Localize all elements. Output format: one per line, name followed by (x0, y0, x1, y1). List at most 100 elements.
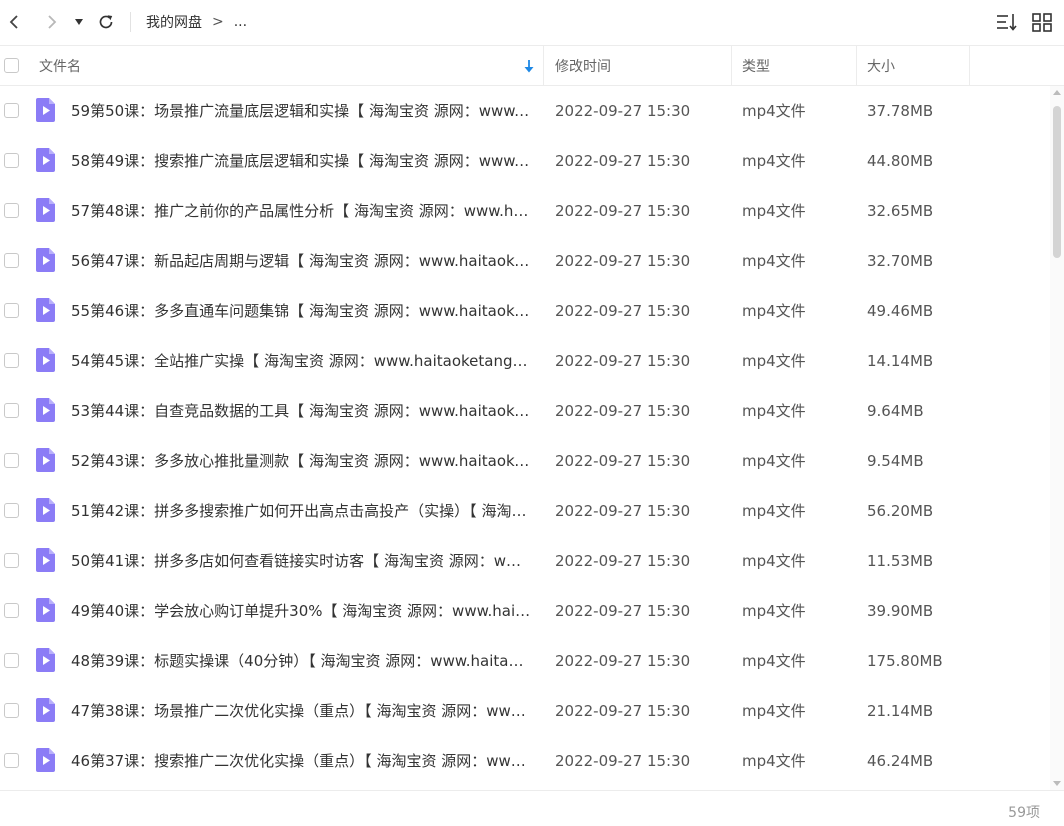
file-name[interactable]: 56第47课：新品起店周期与逻辑【 海淘宝资 源网：www.haitaoketa… (71, 236, 531, 286)
table-row[interactable]: 50第41课：拼多多店如何查看链接实时访客【 海淘宝资 源网：www.haita… (0, 536, 1050, 586)
table-row[interactable]: 58第49课：搜索推广流量底层逻辑和实操【 海淘宝资 源网：www.haitao… (0, 136, 1050, 186)
video-file-icon (36, 648, 55, 672)
file-name[interactable]: 58第49课：搜索推广流量底层逻辑和实操【 海淘宝资 源网：www.haitao… (71, 136, 531, 186)
column-header-type[interactable]: 类型 (742, 46, 770, 85)
breadcrumb-root[interactable]: 我的网盘 (146, 12, 202, 32)
file-size: 39.90MB (867, 602, 934, 620)
file-name[interactable]: 57第48课：推广之前你的产品属性分析【 海淘宝资 源网：www.haitaok… (71, 186, 531, 236)
table-row[interactable]: 52第43课：多多放心推批量测款【 海淘宝资 源网：www.haitaoketa… (0, 436, 1050, 486)
file-type: mp4文件 (742, 352, 806, 370)
row-checkbox[interactable] (4, 703, 19, 718)
back-button[interactable] (2, 9, 26, 35)
row-checkbox[interactable] (4, 453, 19, 468)
file-name[interactable]: 47第38课：场景推广二次优化实操（重点）【 海淘宝资 源网：www.haita… (71, 686, 531, 736)
video-file-icon (36, 148, 55, 172)
table-row[interactable]: 46第37课：搜索推广二次优化实操（重点）【 海淘宝资 源网：www.haita… (0, 736, 1050, 786)
sort-arrow-down-icon (524, 60, 534, 73)
row-checkbox[interactable] (4, 103, 19, 118)
file-size: 32.70MB (867, 252, 934, 270)
file-modified-time: 2022-09-27 15:30 (555, 652, 691, 670)
file-type: mp4文件 (742, 202, 806, 220)
file-name[interactable]: 52第43课：多多放心推批量测款【 海淘宝资 源网：www.haitaoketa… (71, 436, 531, 486)
column-divider[interactable] (856, 46, 857, 85)
row-checkbox[interactable] (4, 303, 19, 318)
file-name[interactable]: 53第44课：自查竞品数据的工具【 海淘宝资 源网：www.haitaoketa… (71, 386, 531, 436)
select-all-checkbox[interactable] (4, 58, 19, 73)
row-checkbox[interactable] (4, 503, 19, 518)
file-modified-time: 2022-09-27 15:30 (555, 552, 691, 570)
video-file-icon (36, 248, 55, 272)
table-row[interactable]: 51第42课：拼多多搜索推广如何开出高点击高投产（实操）【 海淘宝资 源网：ww… (0, 486, 1050, 536)
file-size: 21.14MB (867, 702, 934, 720)
column-header-modified-label: 修改时间 (555, 58, 611, 75)
file-modified-time: 2022-09-27 15:30 (555, 752, 691, 770)
file-modified-time: 2022-09-27 15:30 (555, 502, 691, 520)
file-name[interactable]: 59第50课：场景推广流量底层逻辑和实操【 海淘宝资 源网：www.haitao… (71, 86, 531, 136)
column-header-name-label: 文件名 (39, 58, 81, 75)
video-file-icon (36, 448, 55, 472)
file-modified-time: 2022-09-27 15:30 (555, 252, 691, 270)
scroll-down-arrow-icon[interactable] (1053, 781, 1061, 786)
toolbar-divider (130, 12, 131, 32)
sort-list-icon (997, 14, 1017, 31)
status-bar: 59项 (0, 790, 1064, 826)
row-checkbox[interactable] (4, 553, 19, 568)
file-size: 49.46MB (867, 302, 934, 320)
view-toggle-button[interactable] (1031, 11, 1053, 33)
file-size: 37.78MB (867, 102, 934, 120)
file-size: 11.53MB (867, 552, 934, 570)
scroll-up-arrow-icon[interactable] (1053, 90, 1061, 95)
sort-button[interactable] (996, 11, 1018, 33)
column-header-name[interactable]: 文件名 (39, 46, 544, 85)
file-name[interactable]: 54第45课：全站推广实操【 海淘宝资 源网：www.haitaoketang.… (71, 336, 531, 386)
row-checkbox[interactable] (4, 353, 19, 368)
breadcrumb-ellipsis[interactable]: ... (234, 14, 247, 30)
video-file-icon (36, 598, 55, 622)
file-name[interactable]: 51第42课：拼多多搜索推广如何开出高点击高投产（实操）【 海淘宝资 源网：ww… (71, 486, 531, 536)
file-modified-time: 2022-09-27 15:30 (555, 352, 691, 370)
table-row[interactable]: 48第39课：标题实操课（40分钟）【 海淘宝资 源网：www.haitaoke… (0, 636, 1050, 686)
row-checkbox[interactable] (4, 403, 19, 418)
table-row[interactable]: 56第47课：新品起店周期与逻辑【 海淘宝资 源网：www.haitaoketa… (0, 236, 1050, 286)
table-row[interactable]: 53第44课：自查竞品数据的工具【 海淘宝资 源网：www.haitaoketa… (0, 386, 1050, 436)
grid-view-icon (1032, 13, 1052, 32)
table-row[interactable]: 49第40课：学会放心购订单提升30%【 海淘宝资 源网：www.haitaok… (0, 586, 1050, 636)
video-file-icon (36, 198, 55, 222)
file-name[interactable]: 49第40课：学会放心购订单提升30%【 海淘宝资 源网：www.haitaok… (71, 586, 531, 636)
file-modified-time: 2022-09-27 15:30 (555, 402, 691, 420)
vertical-scrollbar[interactable] (1050, 86, 1064, 790)
video-file-icon (36, 698, 55, 722)
table-row[interactable]: 54第45课：全站推广实操【 海淘宝资 源网：www.haitaoketang.… (0, 336, 1050, 386)
row-checkbox[interactable] (4, 253, 19, 268)
row-checkbox[interactable] (4, 753, 19, 768)
refresh-button[interactable] (94, 9, 118, 35)
file-name[interactable]: 50第41课：拼多多店如何查看链接实时访客【 海淘宝资 源网：www.haita… (71, 536, 531, 586)
file-name[interactable]: 55第46课：多多直通车问题集锦【 海淘宝资 源网：www.haitaoketa… (71, 286, 531, 336)
table-row[interactable]: 47第38课：场景推广二次优化实操（重点）【 海淘宝资 源网：www.haita… (0, 686, 1050, 736)
row-checkbox[interactable] (4, 153, 19, 168)
video-file-icon (36, 498, 55, 522)
file-name[interactable]: 48第39课：标题实操课（40分钟）【 海淘宝资 源网：www.haitaoke… (71, 636, 531, 686)
column-header-size[interactable]: 大小 (867, 46, 895, 85)
file-modified-time: 2022-09-27 15:30 (555, 602, 691, 620)
file-name[interactable]: 46第37课：搜索推广二次优化实操（重点）【 海淘宝资 源网：www.haita… (71, 736, 531, 786)
file-type: mp4文件 (742, 302, 806, 320)
table-row[interactable]: 55第46课：多多直通车问题集锦【 海淘宝资 源网：www.haitaoketa… (0, 286, 1050, 336)
video-file-icon (36, 398, 55, 422)
column-header-modified[interactable]: 修改时间 (555, 46, 611, 85)
table-row[interactable]: 57第48课：推广之前你的产品属性分析【 海淘宝资 源网：www.haitaok… (0, 186, 1050, 236)
column-header-type-label: 类型 (742, 58, 770, 75)
breadcrumb-separator: > (212, 14, 224, 30)
table-row[interactable]: 59第50课：场景推广流量底层逻辑和实操【 海淘宝资 源网：www.haitao… (0, 86, 1050, 136)
row-checkbox[interactable] (4, 653, 19, 668)
forward-button[interactable] (40, 9, 64, 35)
history-dropdown-button[interactable] (70, 9, 88, 35)
file-modified-time: 2022-09-27 15:30 (555, 202, 691, 220)
row-checkbox[interactable] (4, 203, 19, 218)
item-count: 59项 (1008, 805, 1040, 821)
scrollbar-thumb[interactable] (1053, 106, 1061, 258)
video-file-icon (36, 548, 55, 572)
column-divider[interactable] (731, 46, 732, 85)
column-divider[interactable] (969, 46, 970, 85)
row-checkbox[interactable] (4, 603, 19, 618)
